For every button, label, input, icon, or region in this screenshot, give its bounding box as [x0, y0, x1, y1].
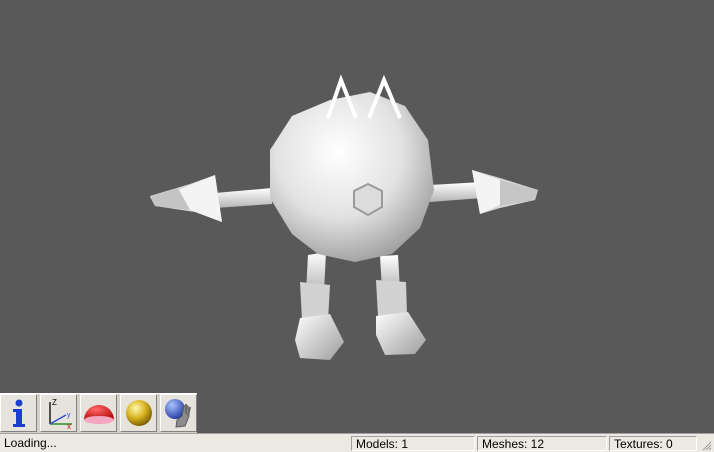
svg-text:x: x: [67, 422, 71, 430]
feet: [295, 312, 426, 360]
material-sphere-button[interactable]: [120, 394, 157, 432]
status-bar: Loading... Models: 1 Meshes: 12 Textures…: [0, 433, 714, 452]
body-sphere: [270, 92, 434, 262]
hemisphere-button[interactable]: [80, 394, 117, 432]
textures-count: Textures: 0: [609, 436, 697, 451]
meshes-count: Meshes: 12: [477, 436, 607, 451]
info-button[interactable]: [0, 394, 37, 432]
left-arm: [150, 175, 272, 222]
red-hemisphere-icon: [83, 405, 114, 424]
axes-button[interactable]: Z y x: [40, 394, 77, 432]
mouth-hexagon: [353, 182, 383, 217]
toolbar: Z y x: [0, 393, 197, 434]
right-arm: [430, 170, 538, 214]
3d-viewport[interactable]: [0, 0, 714, 433]
model-render: [150, 74, 538, 360]
svg-text:y: y: [67, 412, 71, 419]
svg-text:Z: Z: [52, 398, 57, 407]
gold-sphere-icon: [125, 400, 152, 426]
status-message: Loading...: [4, 436, 57, 450]
interact-button[interactable]: [160, 394, 197, 432]
globe-hand-icon: [164, 399, 191, 428]
models-count: Models: 1: [351, 436, 475, 451]
legs: [300, 252, 407, 320]
axes-icon: Z y x: [48, 398, 72, 430]
resize-grip-icon[interactable]: [700, 439, 712, 451]
info-icon: [12, 399, 25, 427]
